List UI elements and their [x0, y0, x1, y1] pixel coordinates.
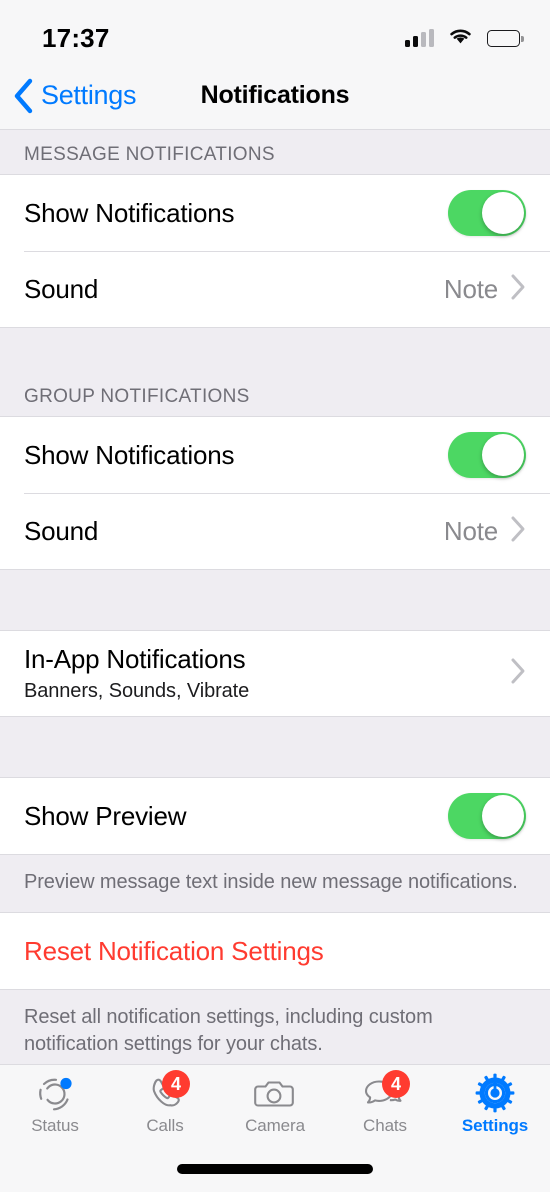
section-gap — [0, 717, 550, 777]
row-accessory — [448, 793, 526, 839]
section-gap — [0, 570, 550, 630]
row-reset-notification-settings[interactable]: Reset Notification Settings — [0, 913, 550, 989]
tab-calls-badge: 4 — [162, 1070, 190, 1098]
tab-settings[interactable]: Settings — [440, 1073, 550, 1136]
row-message-show-notifications[interactable]: Show Notifications — [0, 175, 550, 251]
status-bar-time: 17:37 — [42, 22, 110, 53]
row-group-show-notifications[interactable]: Show Notifications — [0, 417, 550, 493]
gear-icon — [472, 1073, 518, 1113]
row-label: Show Preview — [24, 800, 187, 831]
row-text-stack: In-App Notifications Banners, Sounds, Vi… — [24, 631, 249, 716]
toggle-group-show-notifications[interactable] — [448, 432, 526, 478]
row-label: In-App Notifications — [24, 644, 246, 674]
toggle-message-show-notifications[interactable] — [448, 190, 526, 236]
row-label: Sound — [24, 515, 99, 546]
settings-list[interactable]: MESSAGE NOTIFICATIONS Show Notifications… — [0, 130, 550, 1064]
section-gap — [0, 328, 550, 372]
tab-calls[interactable]: 4 Calls — [110, 1070, 220, 1136]
camera-icon — [252, 1073, 298, 1113]
status-ring-icon — [32, 1073, 78, 1113]
home-indicator-area — [0, 1146, 550, 1192]
phone-screen: 17:37 Settings Notifications MESSAGE NOT… — [0, 0, 550, 1192]
status-bar: 17:37 — [0, 0, 550, 62]
row-label: Sound — [24, 273, 99, 304]
tab-calls-label: Calls — [146, 1116, 184, 1135]
cellular-signal-icon — [405, 29, 434, 47]
tab-chats[interactable]: 4 Chats — [330, 1070, 440, 1136]
row-value-group-sound: Note — [443, 515, 498, 546]
chevron-right-icon — [510, 273, 526, 306]
row-accessory: Note — [444, 273, 526, 306]
tab-chats-badge: 4 — [382, 1070, 410, 1098]
group-message-notifications: Show Notifications Sound Note — [0, 174, 550, 328]
home-indicator[interactable] — [177, 1164, 373, 1174]
tab-status-label: Status — [31, 1116, 79, 1135]
tab-camera-label: Camera — [245, 1116, 305, 1135]
row-group-sound[interactable]: Sound Note — [0, 493, 550, 569]
footnote-reset: Reset all notification settings, includi… — [0, 990, 550, 1064]
chat-bubbles-icon: 4 — [362, 1070, 410, 1113]
tab-status[interactable]: Status — [0, 1073, 110, 1136]
phone-icon: 4 — [142, 1070, 190, 1113]
row-accessory — [448, 190, 526, 236]
row-value-message-sound: Note — [443, 273, 498, 304]
section-header-message-notifications: MESSAGE NOTIFICATIONS — [24, 144, 275, 165]
tab-bar: Status 4 Calls Camera 4 Chats Settings — [0, 1064, 550, 1146]
navigation-bar: Settings Notifications — [0, 62, 550, 130]
row-show-preview[interactable]: Show Preview — [0, 778, 550, 854]
battery-icon — [487, 29, 524, 47]
group-reset-notification-settings: Reset Notification Settings — [0, 912, 550, 990]
row-accessory — [448, 432, 526, 478]
tab-camera[interactable]: Camera — [220, 1073, 330, 1136]
group-show-preview: Show Preview — [0, 777, 550, 855]
wifi-icon — [447, 26, 474, 50]
chevron-right-icon — [510, 515, 526, 548]
row-accessory: Note — [444, 515, 526, 548]
row-subtitle: Banners, Sounds, Vibrate — [24, 680, 250, 702]
tab-chats-label: Chats — [363, 1116, 407, 1135]
group-group-notifications: Show Notifications Sound Note — [0, 416, 550, 570]
row-in-app-notifications[interactable]: In-App Notifications Banners, Sounds, Vi… — [0, 631, 550, 716]
status-bar-icons — [405, 26, 524, 50]
group-in-app-notifications: In-App Notifications Banners, Sounds, Vi… — [0, 630, 550, 717]
row-accessory — [510, 657, 526, 690]
chevron-right-icon — [510, 657, 526, 690]
footnote-show-preview: Preview message text inside new message … — [0, 855, 550, 912]
row-message-sound[interactable]: Sound Note — [0, 251, 550, 327]
row-label: Show Notifications — [24, 439, 235, 470]
toggle-show-preview[interactable] — [448, 793, 526, 839]
section-header-group-notifications: GROUP NOTIFICATIONS — [24, 386, 250, 407]
row-label: Show Notifications — [24, 197, 235, 228]
reset-notification-settings-label: Reset Notification Settings — [24, 935, 324, 966]
back-button[interactable]: Settings — [0, 78, 136, 114]
back-button-label: Settings — [41, 80, 137, 110]
tab-settings-label: Settings — [461, 1116, 529, 1135]
chevron-left-icon — [12, 78, 34, 114]
